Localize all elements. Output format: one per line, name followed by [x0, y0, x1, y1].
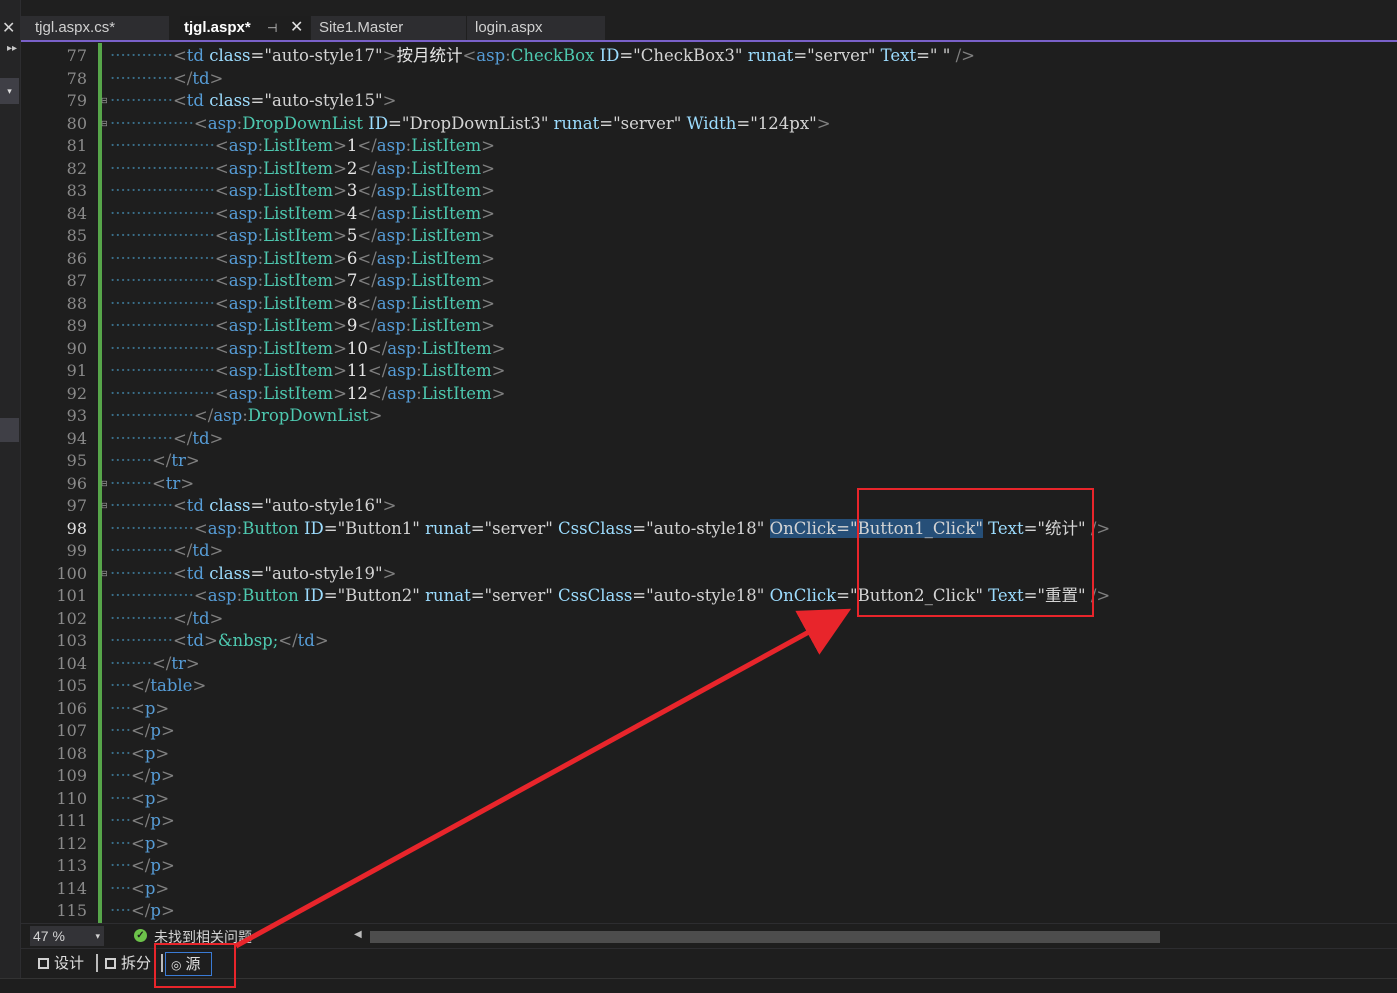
- annotation-arrow: [234, 608, 852, 949]
